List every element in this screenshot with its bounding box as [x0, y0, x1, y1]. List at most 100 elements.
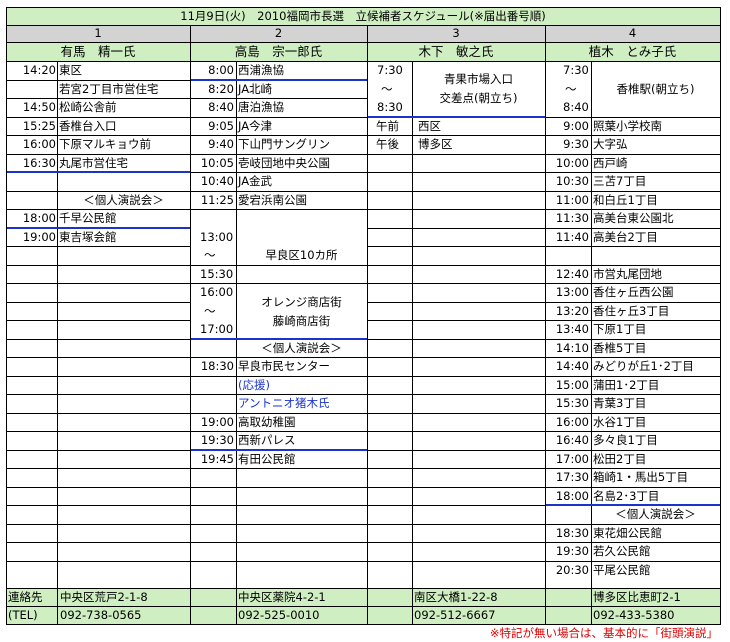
block-place: 青果市場入口	[444, 72, 513, 86]
entry-time: 8:20	[208, 82, 234, 96]
entry-time: 19:45	[200, 452, 234, 466]
entry-place: 香椎台入口	[59, 119, 117, 133]
candidate-name-4: 植木 とみ子氏	[545, 42, 720, 61]
entry-time: 8:40	[208, 100, 234, 114]
entry-place: 唐泊漁協	[238, 100, 284, 114]
grid-line	[6, 431, 190, 432]
entry-place: 早良市民センター	[238, 359, 330, 373]
entry-place: 西区	[418, 119, 441, 133]
entry-time: 11:25	[200, 193, 234, 207]
candidate-name-1: 有馬 精一氏	[6, 42, 190, 61]
entry-place: JA金武	[238, 174, 273, 188]
grid-line	[6, 283, 190, 284]
entry-time: 10:30	[555, 174, 589, 188]
entry-place: みどりが丘1･2丁目	[593, 359, 694, 373]
entry-time: 9:05	[208, 119, 234, 133]
grid-line	[6, 25, 721, 26]
entry-time: 18:00	[555, 489, 589, 503]
block-range-sep: ～	[381, 82, 393, 96]
entry-place: 壱岐団地中央公園	[238, 156, 330, 170]
entry-place: 高取幼稚園	[238, 415, 296, 429]
entry-time: 9:40	[208, 137, 234, 151]
grid-line	[6, 468, 190, 469]
entry-time: 16:00	[22, 137, 56, 151]
contact-phone-1: 092-738-0565	[60, 608, 142, 622]
entry-time: 14:50	[22, 100, 56, 114]
entry-place: 東吉塚会館	[59, 230, 117, 244]
entry-place: 大字弘	[593, 137, 628, 151]
grid-line	[6, 542, 190, 543]
block-start-time: 7:30	[377, 63, 403, 77]
rally-heading: ＜個人演説会＞	[261, 341, 342, 355]
entry-time: 13:00	[555, 285, 589, 299]
grid-line	[720, 7, 721, 625]
grid-line	[190, 487, 367, 488]
entry-place: 松崎公舎前	[59, 100, 117, 114]
entry-time: 10:40	[200, 174, 234, 188]
grid-line	[6, 450, 190, 451]
block-end-time: 17:00	[200, 322, 234, 336]
rally-heading: ＜個人演説会＞	[615, 507, 696, 521]
entry-place: 高美台2丁目	[593, 230, 658, 244]
grid-line	[367, 172, 545, 173]
grid-line	[6, 357, 190, 358]
grid-line	[6, 394, 190, 395]
contact-address-3: 南区大橋1-22-8	[414, 590, 498, 604]
entry-place: 東区	[59, 63, 82, 77]
grid-line	[545, 246, 720, 247]
time-divider	[57, 61, 58, 588]
block-end-time: 8:40	[563, 100, 589, 114]
contact-address-1: 中央区荒戸2-1-8	[60, 590, 148, 604]
contact-divider	[412, 588, 413, 624]
entry-time: 20:30	[555, 563, 589, 577]
entry-place: JA今津	[238, 119, 273, 133]
entry-place: 香住ヶ丘3丁目	[593, 304, 670, 318]
grid-line	[367, 302, 545, 303]
grid-line	[367, 376, 545, 377]
entry-time: 13:40	[555, 322, 589, 336]
grid-line	[367, 450, 545, 451]
block-place: 香椎駅(朝立ち)	[616, 82, 695, 96]
entry-time: 10:05	[200, 156, 234, 170]
block-start-time: 16:00	[200, 285, 234, 299]
grid-line	[367, 561, 545, 562]
entry-place: 千早公民館	[59, 211, 117, 225]
entry-time: 19:30	[200, 433, 234, 447]
entry-time: 午前	[376, 119, 399, 133]
entry-time: 17:30	[555, 470, 589, 484]
entry-time: 16:00	[555, 415, 589, 429]
block-place: 藤崎商店街	[272, 314, 331, 328]
entry-place: 西浦漁協	[238, 63, 284, 77]
grid-line	[6, 376, 190, 377]
entry-time: 9:30	[563, 137, 589, 151]
support-label: (応援)	[238, 378, 270, 392]
entry-place: 博多区	[418, 137, 453, 151]
block-start-time: 7:30	[563, 63, 589, 77]
block-range-sep: ～	[565, 82, 577, 96]
entry-time: 11:00	[555, 193, 589, 207]
grid-line	[367, 468, 545, 469]
entry-place: 西新パレス	[238, 433, 296, 447]
entry-place: 名島2･3丁目	[593, 489, 660, 503]
grid-line	[190, 209, 367, 210]
entry-place: 若宮2丁目市営住宅	[59, 82, 159, 96]
candidate-name-3: 木下 敏之氏	[367, 42, 545, 61]
grid-line	[367, 487, 545, 488]
grid-line	[367, 228, 545, 229]
entry-time: 14:10	[555, 341, 589, 355]
block-range-sep: ～	[204, 304, 216, 318]
block-start-time: 13:00	[200, 230, 234, 244]
contact-divider	[591, 588, 592, 624]
grid-line	[367, 191, 545, 192]
entry-time: 18:30	[555, 526, 589, 540]
entry-time: 19:00	[200, 415, 234, 429]
grid-line	[6, 339, 190, 340]
grid-line	[367, 431, 545, 432]
grid-line	[367, 413, 545, 414]
entry-place: 有田公民館	[238, 452, 296, 466]
contact-address-2: 中央区薬院4-2-1	[238, 590, 326, 604]
grid-line	[190, 524, 367, 525]
entry-time: 16:30	[22, 156, 56, 170]
grid-line	[367, 209, 545, 210]
grid-line	[6, 561, 190, 562]
